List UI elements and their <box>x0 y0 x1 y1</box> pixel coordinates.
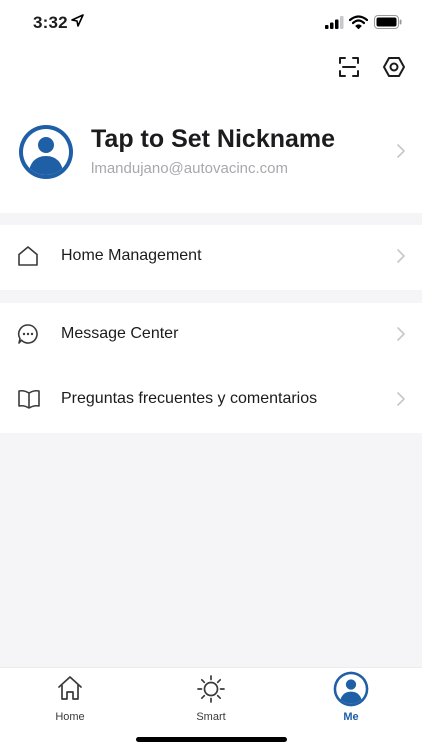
status-bar: 3:32 <box>0 0 422 46</box>
tab-smart[interactable]: Smart <box>171 674 251 724</box>
settings-icon[interactable] <box>382 55 408 81</box>
tab-label: Smart <box>196 711 226 723</box>
menu-item-faq[interactable]: Preguntas frecuentes y comentarios <box>0 368 422 432</box>
profile-header[interactable]: Tap to Set Nickname lmandujano@autovacin… <box>0 120 422 186</box>
menu-item-label: Preguntas frecuentes y comentarios <box>61 390 318 407</box>
avatar-icon[interactable] <box>18 124 74 185</box>
avatar-icon <box>333 671 369 712</box>
status-time: 3:32 <box>33 13 68 32</box>
sun-icon <box>196 674 226 709</box>
location-arrow-icon <box>71 14 84 32</box>
email-label: lmandujano@autovacinc.com <box>91 160 288 177</box>
signal-icon <box>325 16 345 34</box>
tab-label: Me <box>343 711 359 723</box>
home-indicator <box>136 737 287 742</box>
wifi-icon <box>348 15 369 34</box>
chat-bubble-icon <box>17 323 39 350</box>
tab-me[interactable]: Me <box>311 671 391 724</box>
home-icon <box>17 245 39 272</box>
nickname-label[interactable]: Tap to Set Nickname <box>91 125 335 154</box>
messages-card: Message Center Preguntas frecuentes y co… <box>0 303 422 433</box>
menu-item-label: Home Management <box>61 247 202 264</box>
scan-icon[interactable] <box>337 55 363 81</box>
battery-icon <box>374 15 402 34</box>
menu-item-home-management[interactable]: Home Management <box>0 225 422 289</box>
home-management-card: Home Management <box>0 225 422 290</box>
header-area: 3:32 Tap to Set Nickname lmandujano@auto… <box>0 0 422 213</box>
chevron-right-icon <box>397 144 405 163</box>
home-icon <box>56 674 84 707</box>
book-icon <box>17 388 41 415</box>
chevron-right-icon <box>397 249 405 268</box>
menu-item-label: Message Center <box>61 325 179 342</box>
chevron-right-icon <box>397 327 405 346</box>
chevron-right-icon <box>397 392 405 411</box>
menu-item-message-center[interactable]: Message Center <box>0 303 422 367</box>
tab-home[interactable]: Home <box>30 674 110 724</box>
tab-label: Home <box>55 711 85 723</box>
